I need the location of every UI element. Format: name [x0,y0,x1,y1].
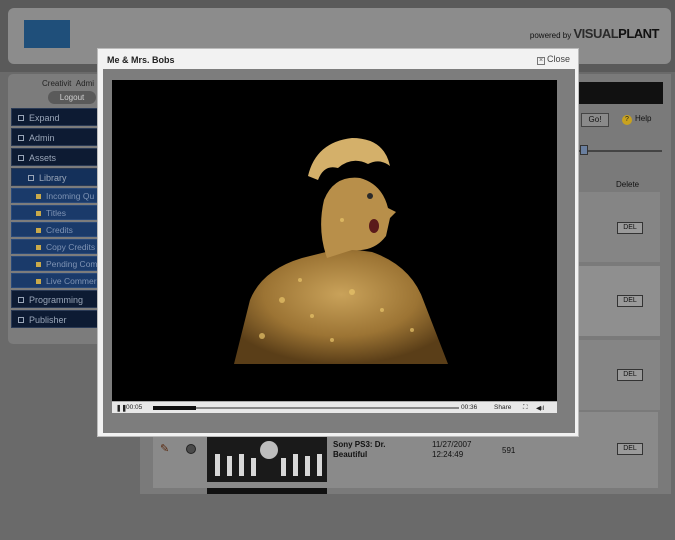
content-header-bar [578,82,663,104]
sidebar-item-label: Library [39,173,67,183]
zoom-slider-track[interactable] [578,150,662,152]
plus-icon [18,135,24,141]
powered-by-brand: powered by VISUALPLANT [529,26,660,41]
close-button[interactable]: × Close [536,54,570,65]
user-role: Admi [75,79,95,88]
plus-icon [18,317,24,323]
asset-count: 591 [502,446,516,455]
sidebar-item-label: Publisher [29,315,67,325]
fullscreen-icon[interactable]: ⛶ [523,404,528,412]
plus-icon [18,115,24,121]
zoom-slider-handle[interactable] [580,145,588,155]
bullet-icon [36,279,41,284]
sidebar-item-label: Programming [29,295,84,305]
current-time: 00:05 [126,404,143,411]
help-icon: ? [622,115,632,125]
delete-button[interactable]: DEL [617,222,643,234]
go-button[interactable]: Go! [581,113,609,127]
sidebar-item-label: Credits [46,225,73,235]
edit-icon[interactable]: ✎ [160,442,169,455]
close-label: Close [546,54,570,64]
brand-visual: VISUAL [573,26,619,41]
user-name: Creativit [42,79,72,88]
seek-bar[interactable] [153,406,459,410]
app-logo[interactable] [24,20,70,48]
video-modal: Me & Mrs. Bobs × Close ❚❚ 00:05 00:36 Sh… [97,48,579,437]
thumbnail-image [207,436,327,482]
sidebar-item-label: Titles [46,208,66,218]
close-icon: × [536,57,545,65]
bullet-icon [36,262,41,267]
delete-button[interactable]: DEL [617,369,643,381]
duration: 00:36 [461,404,478,411]
brand-plant: PLANT [618,26,659,41]
minus-icon [18,155,24,161]
modal-body: ❚❚ 00:05 00:36 Share ⛶ ◀ıl [103,69,575,433]
delete-button[interactable]: DEL [617,295,643,307]
logout-button[interactable]: Logout [48,91,96,104]
bullet-icon [36,245,41,250]
bullet-icon [36,228,41,233]
help-link[interactable]: ? Help [622,114,651,125]
bullet-icon [36,211,41,216]
sidebar-item-label: Admin [29,133,55,143]
minus-icon [28,175,34,181]
sidebar-item-label: Pending Com [46,259,98,269]
video-thumbnail[interactable] [207,436,327,482]
delete-button[interactable]: DEL [617,443,643,455]
player-controls: ❚❚ 00:05 00:36 Share ⛶ ◀ıl [112,401,557,413]
asset-title[interactable]: Sony PS3: Dr. Beautiful [333,440,413,460]
video-still-image [112,80,557,401]
powered-by-label: powered by [529,31,572,40]
volume-icon[interactable]: ◀ıl [536,404,544,412]
sidebar-item-label: Live Commer [46,276,97,286]
seek-bar-progress [153,406,196,410]
sidebar-item-label: Assets [29,153,57,163]
sidebar-item-label: Copy Credits [46,242,96,252]
preview-icon[interactable] [186,444,196,454]
bullet-icon [36,194,41,199]
user-info: Creativit Admi [42,79,94,88]
asset-date: 11/27/2007 [432,440,472,449]
delete-column-header: Delete [616,180,640,189]
footer [0,494,675,540]
sidebar-item-label: Incoming Qu [46,191,95,201]
video-frame[interactable] [112,80,557,401]
plus-icon [18,297,24,303]
asset-datetime: 11/27/2007 12:24:49 [432,440,471,460]
help-label: Help [635,114,652,123]
sidebar-item-label: Expand [29,113,60,123]
modal-title: Me & Mrs. Bobs [107,55,175,65]
share-button[interactable]: Share [494,404,511,411]
asset-time: 12:24:49 [432,450,464,459]
